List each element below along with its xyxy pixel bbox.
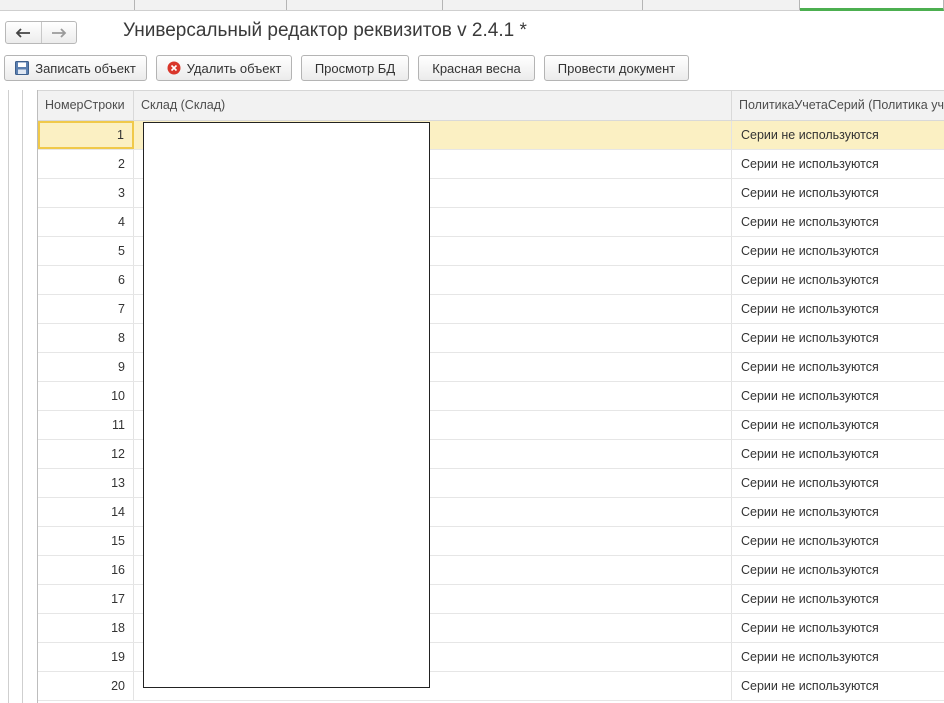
line-number-cell[interactable]: 11 xyxy=(38,411,134,439)
delete-object-label: Удалить объект xyxy=(186,60,282,76)
line-number-cell[interactable]: 15 xyxy=(38,527,134,555)
forward-button[interactable] xyxy=(40,22,77,43)
series-policy-cell[interactable]: Серии не используются xyxy=(732,150,944,178)
line-number-cell[interactable]: 2 xyxy=(38,150,134,178)
red-spring-label: Красная весна xyxy=(432,60,521,76)
series-policy-cell[interactable]: Серии не используются xyxy=(732,585,944,613)
line-number-cell[interactable]: 3 xyxy=(38,179,134,207)
line-number-cell[interactable]: 17 xyxy=(38,585,134,613)
series-policy-cell[interactable]: Серии не используются xyxy=(732,469,944,497)
series-policy-cell[interactable]: Серии не используются xyxy=(732,527,944,555)
save-object-button[interactable]: Записать объект xyxy=(4,55,147,81)
frame-line xyxy=(22,90,23,703)
series-policy-cell[interactable]: Серии не используются xyxy=(732,440,944,468)
delete-object-button[interactable]: Удалить объект xyxy=(156,55,292,81)
series-policy-cell[interactable]: Серии не используются xyxy=(732,614,944,642)
line-number-cell[interactable]: 6 xyxy=(38,266,134,294)
line-number-cell[interactable]: 4 xyxy=(38,208,134,236)
arrow-left-icon xyxy=(15,27,31,38)
save-object-label: Записать объект xyxy=(35,60,136,76)
arrow-right-icon xyxy=(51,27,67,38)
series-policy-cell[interactable]: Серии не используются xyxy=(732,382,944,410)
line-number-cell[interactable]: 13 xyxy=(38,469,134,497)
series-policy-cell[interactable]: Серии не используются xyxy=(732,643,944,671)
window-tab[interactable] xyxy=(135,0,287,10)
series-policy-cell[interactable]: Серии не используются xyxy=(732,266,944,294)
line-number-cell[interactable]: 1 xyxy=(38,121,134,149)
series-policy-cell[interactable]: Серии не используются xyxy=(732,324,944,352)
line-number-cell[interactable]: 9 xyxy=(38,353,134,381)
series-policy-cell[interactable]: Серии не используются xyxy=(732,353,944,381)
page-title: Универсальный редактор реквизитов v 2.4.… xyxy=(123,20,527,41)
series-policy-cell[interactable]: Серии не используются xyxy=(732,237,944,265)
delete-icon xyxy=(167,61,181,75)
series-policy-cell[interactable]: Серии не используются xyxy=(732,556,944,584)
table-header: НомерСтроки Склад (Склад) ПолитикаУчетаС… xyxy=(38,91,944,121)
back-button[interactable] xyxy=(6,22,41,43)
line-number-cell[interactable]: 12 xyxy=(38,440,134,468)
redacted-area xyxy=(143,122,430,688)
line-number-cell[interactable]: 7 xyxy=(38,295,134,323)
line-number-cell[interactable]: 10 xyxy=(38,382,134,410)
red-spring-button[interactable]: Красная весна xyxy=(418,55,535,81)
window-tab[interactable] xyxy=(0,0,135,10)
line-number-cell[interactable]: 8 xyxy=(38,324,134,352)
floppy-disk-icon xyxy=(15,61,30,75)
window-tab-strip xyxy=(0,0,944,11)
column-header-series-policy[interactable]: ПолитикаУчетаСерий (Политика уч xyxy=(732,91,944,120)
post-document-label: Провести документ xyxy=(557,60,676,76)
line-number-cell[interactable]: 20 xyxy=(38,672,134,700)
db-view-label: Просмотр БД xyxy=(314,60,396,76)
series-policy-cell[interactable]: Серии не используются xyxy=(732,411,944,439)
db-view-button[interactable]: Просмотр БД xyxy=(301,55,409,81)
series-policy-cell[interactable]: Серии не используются xyxy=(732,179,944,207)
navigation-buttons xyxy=(5,21,77,44)
line-number-cell[interactable]: 5 xyxy=(38,237,134,265)
series-policy-cell[interactable]: Серии не используются xyxy=(732,672,944,700)
series-policy-cell[interactable]: Серии не используются xyxy=(732,498,944,526)
series-policy-cell[interactable]: Серии не используются xyxy=(732,121,944,149)
column-header-line-number[interactable]: НомерСтроки xyxy=(38,91,134,120)
window-tab[interactable] xyxy=(287,0,443,10)
series-policy-cell[interactable]: Серии не используются xyxy=(732,208,944,236)
window-tab[interactable] xyxy=(643,0,800,10)
frame-line xyxy=(8,90,9,703)
line-number-cell[interactable]: 14 xyxy=(38,498,134,526)
line-number-cell[interactable]: 19 xyxy=(38,643,134,671)
post-document-button[interactable]: Провести документ xyxy=(544,55,689,81)
line-number-cell[interactable]: 18 xyxy=(38,614,134,642)
window-tab-active[interactable] xyxy=(800,0,944,11)
window-tab[interactable] xyxy=(443,0,643,10)
series-policy-cell[interactable]: Серии не используются xyxy=(732,295,944,323)
column-header-warehouse[interactable]: Склад (Склад) xyxy=(134,91,732,120)
line-number-cell[interactable]: 16 xyxy=(38,556,134,584)
